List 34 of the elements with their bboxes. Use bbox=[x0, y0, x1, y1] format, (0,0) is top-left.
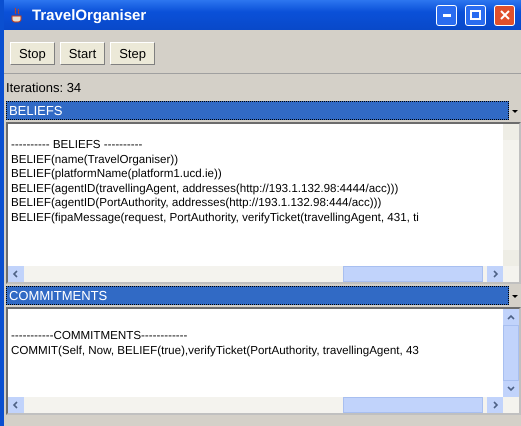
vertical-scrollbar[interactable] bbox=[503, 124, 519, 266]
horizontal-scrollbar[interactable] bbox=[8, 266, 503, 282]
left-chevron-icon bbox=[12, 270, 20, 278]
text-line: BELIEF(fipaMessage(request, PortAuthority, verifyTicket(travellingAgent, 431, ti bbox=[11, 210, 420, 225]
up-chevron-icon bbox=[507, 313, 515, 321]
right-chevron-icon bbox=[491, 401, 499, 409]
panel-selector[interactable]: BELIEFS bbox=[6, 101, 509, 120]
close-icon bbox=[500, 10, 510, 20]
text-line: ---------- BELIEFS ---------- bbox=[11, 138, 144, 152]
maximize-icon bbox=[470, 10, 481, 20]
scrollbar-corner bbox=[503, 266, 519, 282]
toolbar-button[interactable]: Start bbox=[60, 42, 106, 65]
text-line: BELIEF(name(TravelOrganiser)) bbox=[11, 152, 180, 167]
toolbar-button[interactable]: Stop bbox=[10, 42, 55, 65]
left-chevron-icon bbox=[12, 401, 20, 409]
scrollbar-corner bbox=[503, 397, 519, 413]
vertical-scrollbar[interactable] bbox=[503, 309, 519, 397]
window-title: TravelOrganiser bbox=[32, 6, 148, 24]
close-button[interactable] bbox=[494, 4, 515, 26]
text-line: BELIEF(agentID(PortAuthority, addresses(http://193.1.132.98:444/acc))) bbox=[11, 196, 382, 210]
toolbar-button[interactable]: Step bbox=[110, 42, 155, 65]
minimize-icon bbox=[442, 14, 450, 16]
down-chevron-icon bbox=[507, 385, 515, 393]
text-line: COMMIT(Self, Now, BELIEF(true),verifyTicket(PortAuthority, travellingAgent, 43 bbox=[11, 344, 420, 358]
maximize-button[interactable] bbox=[465, 4, 486, 26]
panel-selector[interactable]: COMMITMENTS bbox=[6, 286, 509, 305]
text-line: BELIEF(platformName(platform1.ucd.ie)) bbox=[11, 167, 223, 182]
cup-icon bbox=[10, 7, 24, 23]
text-line: -----------COMMITMENTS------------ bbox=[11, 329, 188, 344]
right-chevron-icon bbox=[491, 270, 499, 278]
horizontal-scrollbar[interactable] bbox=[8, 397, 503, 413]
text-line: BELIEF(agentID(travellingAgent, addresses(http://193.1.132.98:4444/acc))) bbox=[11, 182, 400, 196]
minimize-button[interactable] bbox=[436, 4, 457, 26]
iterations-label: Iterations: 34 bbox=[5, 79, 82, 97]
